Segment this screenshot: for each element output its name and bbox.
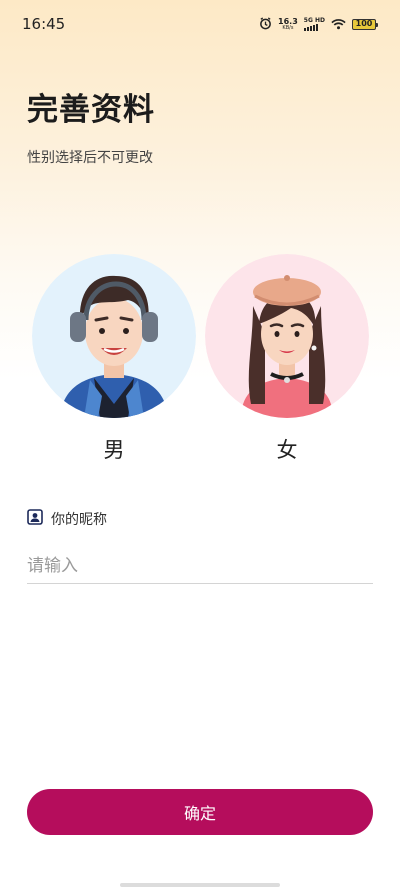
female-label: 女 (276, 438, 298, 462)
status-icons: 16.3 KB/s 5G HD 100 (259, 14, 378, 34)
network-speed-unit: KB/s (282, 24, 294, 31)
nickname-input[interactable] (27, 548, 373, 584)
home-indicator[interactable] (120, 883, 280, 887)
battery-icon: 100 (352, 18, 378, 30)
alarm-icon (259, 15, 272, 34)
status-time: 16:45 (22, 15, 66, 33)
gender-option-male[interactable]: 男 (32, 254, 196, 464)
male-avatar[interactable] (32, 254, 196, 418)
page-subtitle: 性别选择后不可更改 (27, 150, 153, 166)
female-avatar[interactable] (205, 254, 369, 418)
user-card-icon (27, 509, 43, 529)
signal-icon: 5G HD (303, 17, 325, 31)
page-title: 完善资料 (27, 92, 155, 128)
network-speed: 16.3 KB/s (278, 17, 298, 31)
confirm-button[interactable]: 确定 (27, 789, 373, 835)
wifi-icon (331, 15, 346, 34)
nickname-label-row: 你的昵称 (27, 509, 107, 529)
battery-level: 100 (355, 19, 373, 28)
male-label: 男 (103, 438, 125, 462)
nickname-label: 你的昵称 (51, 512, 107, 528)
status-bar: 16:45 16.3 KB/s 5G HD 100 (0, 0, 400, 46)
gender-option-female[interactable]: 女 (205, 254, 369, 464)
